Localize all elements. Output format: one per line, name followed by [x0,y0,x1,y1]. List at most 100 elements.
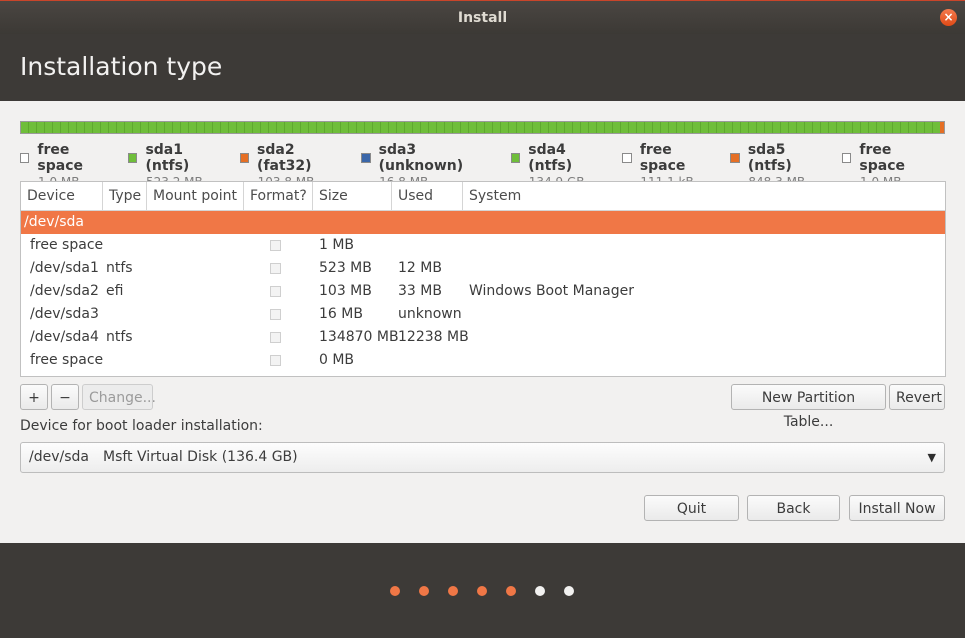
cell-format [241,234,313,257]
add-partition-button[interactable]: + [20,384,48,410]
col-used[interactable]: Used [392,182,463,210]
cell-size: 134870 MB [319,329,399,345]
cell-size: 103 MB [319,283,372,299]
cell-system [463,349,945,372]
table-row[interactable]: /dev/sda1 ntfs 523 MB 12 MB [21,257,945,280]
cell-type: efi [106,283,124,299]
table-body: /dev/sda free space 1 MB/dev/sda1 ntfs 523 M… [21,211,945,372]
progress-dot [564,586,574,596]
window-title: Install [457,9,508,26]
cell-system: Windows Boot Manager [469,283,634,299]
cell-used [392,211,463,234]
legend-name: sda3 (unknown) [378,142,464,174]
col-type[interactable]: Type [103,182,147,210]
format-checkbox[interactable] [270,263,281,274]
legend-name: sda1 (ntfs) [145,142,190,174]
table-header: Device Type Mount point Format? Size Use… [21,182,945,211]
cell-format [241,280,313,303]
format-checkbox[interactable] [270,309,281,320]
format-checkbox[interactable] [270,332,281,343]
col-mount-point[interactable]: Mount point [147,182,244,210]
legend-swatch [510,153,521,163]
remove-partition-button[interactable]: − [51,384,79,410]
format-checkbox[interactable] [270,286,281,297]
cell-system [463,303,945,326]
cell-format [241,303,313,326]
legend-label-row: free space [842,142,936,174]
partition-table[interactable]: Device Type Mount point Format? Size Use… [20,181,946,377]
cell-device: /dev/sda [24,214,84,230]
legend-label-row: sda4 (ntfs) [510,142,609,174]
table-row[interactable]: /dev/sda2 efi 103 MB 33 MB Windows Boot Mana… [21,280,945,303]
quit-button[interactable]: Quit [644,495,739,521]
cell-device: /dev/sda2 [30,283,99,299]
boot-device-description: Msft Virtual Disk (136.4 GB) [102,449,298,465]
change-partition-button[interactable]: Change... [82,384,156,410]
progress-dot [419,586,429,596]
legend-name: sda5 (ntfs) [747,142,792,174]
back-button[interactable]: Back [747,495,840,521]
cell-type [103,349,147,372]
table-row[interactable]: free space 1 MB [21,234,945,257]
legend-name: free space [859,142,906,174]
boot-loader-select[interactable]: /dev/sda Msft Virtual Disk (136.4 GB) ▼ [20,442,945,473]
table-row[interactable]: /dev/sda [21,211,945,234]
main-content: free space1.0 MBsda1 (ntfs)523.2 MBsda2 … [0,101,965,543]
cell-device: free space [30,237,104,253]
legend-name: sda2 (fat32) [257,142,312,174]
progress-dots [390,586,574,596]
cell-system [463,234,945,257]
table-row[interactable]: /dev/sda4 ntfs 134870 MB 12238 MB [21,326,945,349]
cell-size [313,211,392,234]
cell-mount-point [147,211,241,234]
cell-used: 12 MB [398,260,442,276]
cell-format [241,211,313,234]
cell-size: 0 MB [319,352,355,368]
legend-swatch [20,153,30,163]
format-checkbox[interactable] [270,355,281,366]
cell-mount-point [147,234,241,257]
legend-label-row: sda1 (ntfs) [128,142,226,174]
col-size[interactable]: Size [313,182,392,210]
cell-device: free space [30,352,104,368]
cell-used [392,234,463,257]
revert-button[interactable]: Revert [889,384,945,410]
cell-type: ntfs [106,329,133,345]
cell-device: /dev/sda1 [30,260,99,276]
col-device[interactable]: Device [21,182,103,210]
legend-name: free space [37,142,84,174]
cell-used: 12238 MB [398,329,469,345]
cell-used [392,349,463,372]
legend-label-row: sda2 (fat32) [239,142,348,174]
boot-device: /dev/sda [29,449,89,465]
page-title: Installation type [20,52,223,81]
format-checkbox[interactable] [270,240,281,251]
legend-label-row: free space [622,142,716,174]
cell-mount-point [147,303,241,326]
new-partition-table-button[interactable]: New Partition Table... [731,384,886,430]
header: Installation type [0,34,965,101]
table-row[interactable]: free space 0 MB [21,349,945,372]
cell-size: 523 MB [319,260,372,276]
cell-system [463,211,945,234]
disk-bar-end-segment [940,122,944,133]
legend-label-row: sda5 (ntfs) [730,142,828,174]
legend-label-row: sda3 (unknown) [361,142,497,174]
table-row[interactable]: /dev/sda3 16 MB unknown [21,303,945,326]
cell-used: 33 MB [398,283,442,299]
progress-dot [477,586,487,596]
cell-type [103,234,147,257]
progress-dot [506,586,516,596]
cell-type [103,211,147,234]
install-now-button[interactable]: Install Now [849,495,945,521]
legend-name: free space [639,142,686,174]
cell-format [241,326,313,349]
legend-swatch [128,153,138,163]
legend-swatch [239,153,250,163]
col-system[interactable]: System [463,182,945,210]
close-icon[interactable]: × [940,9,957,26]
progress-dot [390,586,400,596]
cell-device: /dev/sda4 [30,329,99,345]
col-format[interactable]: Format? [244,182,313,210]
legend-swatch [622,153,632,163]
